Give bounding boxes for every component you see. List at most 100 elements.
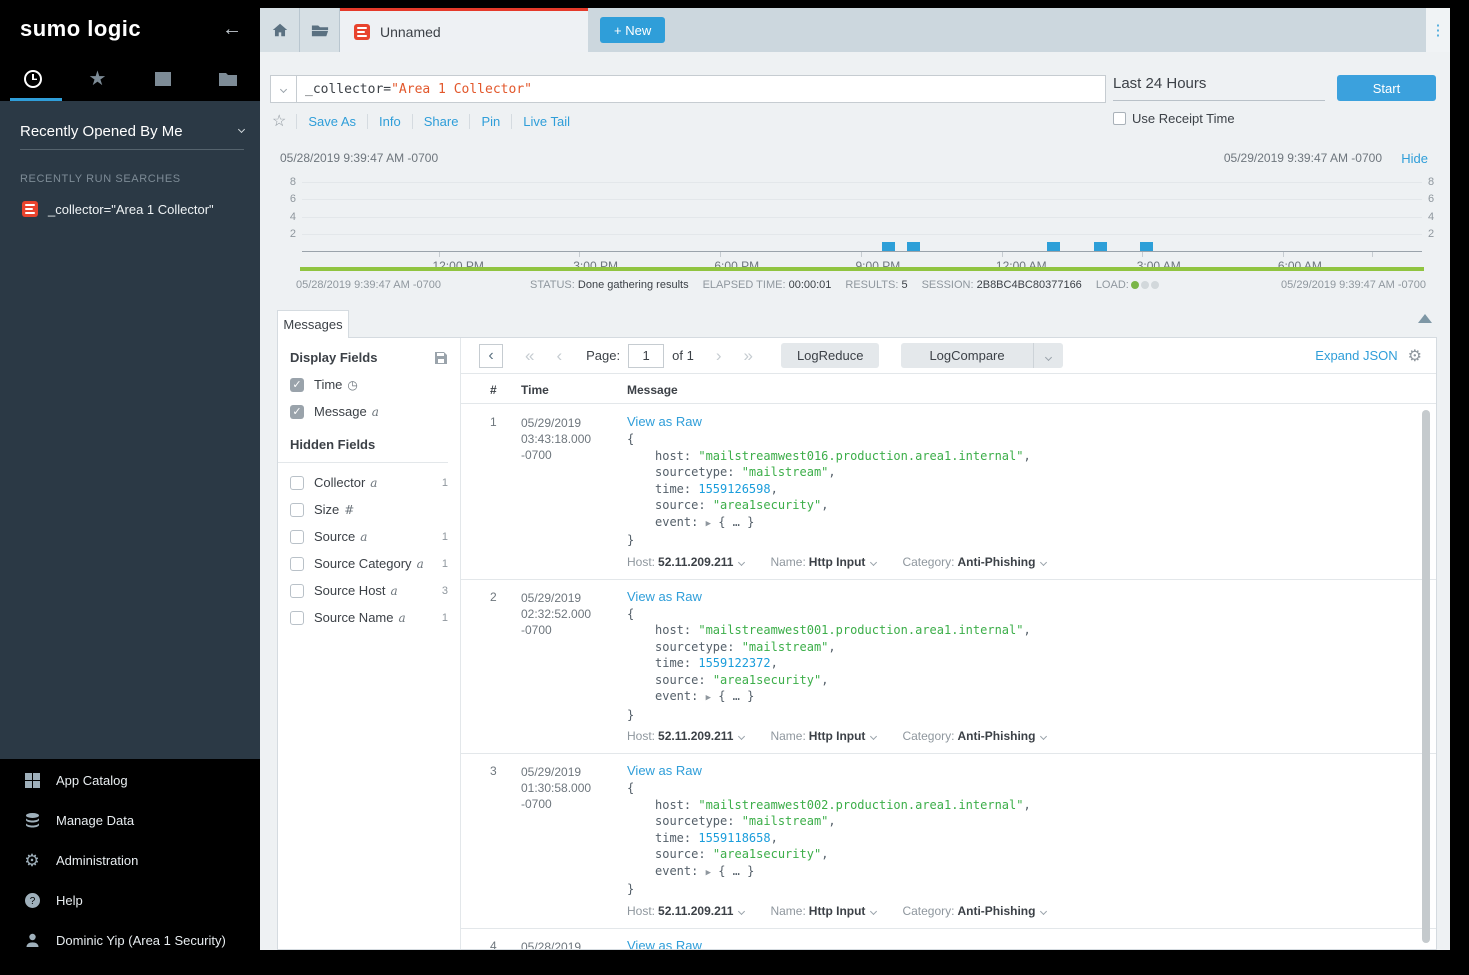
histogram-bar[interactable] [1094, 242, 1107, 251]
sidebar-item-manage-data[interactable]: Manage Data [0, 800, 260, 840]
vertical-scrollbar[interactable] [1422, 410, 1430, 943]
field-row[interactable]: Source Host a 3 [290, 583, 460, 598]
save-as-link[interactable]: Save As [296, 114, 367, 129]
field-type-icon: a [391, 584, 398, 598]
sidebar-item-help[interactable]: ? Help [0, 880, 260, 920]
meta-name-value[interactable]: Http Input [809, 904, 866, 918]
meta-category-value[interactable]: Anti-Phishing [957, 729, 1035, 743]
x-axis-tick [439, 252, 440, 257]
meta-host-value[interactable]: 52.11.209.211 [658, 555, 733, 569]
use-receipt-time-checkbox[interactable] [1113, 112, 1126, 125]
field-row[interactable]: Source Name a 1 [290, 610, 460, 625]
view-as-raw-link[interactable]: View as Raw [627, 589, 702, 604]
logcompare-button[interactable]: LogCompare [901, 343, 1032, 368]
message-row[interactable]: 2 05/29/201902:32:52.000 -0700 View as R… [461, 580, 1436, 755]
field-row[interactable]: Collector a 1 [290, 475, 460, 490]
expand-json-link[interactable]: Expand JSON [1315, 348, 1397, 363]
folder-icon [218, 69, 238, 89]
field-label: Source Host [314, 583, 386, 598]
page-number-input[interactable] [628, 344, 664, 368]
first-page-button[interactable]: « [525, 346, 534, 366]
results-histogram: 05/28/2019 9:39:47 AM -0700 05/29/2019 9… [274, 145, 1436, 305]
view-as-raw-link[interactable]: View as Raw [627, 763, 702, 778]
time-range-bar[interactable] [300, 267, 1424, 271]
field-checkbox[interactable] [290, 530, 304, 544]
chevron-down-icon [870, 558, 877, 565]
histogram-bar[interactable] [882, 242, 895, 251]
new-tab-button[interactable]: + New [600, 17, 665, 43]
expand-event-icon[interactable]: ▶ [706, 693, 711, 703]
library-tab[interactable] [130, 58, 195, 100]
last-page-button[interactable]: » [743, 346, 752, 366]
favorites-tab[interactable]: ★ [65, 58, 130, 100]
expand-event-icon[interactable]: ▶ [706, 519, 711, 529]
message-row[interactable]: 4 05/28/201922:34:13.000 -0700 View as R… [461, 929, 1436, 950]
meta-category-value[interactable]: Anti-Phishing [957, 904, 1035, 918]
field-row[interactable]: ✓ Time ◷ [290, 377, 460, 392]
recents-filter-dropdown[interactable]: Recently Opened By Me [20, 123, 244, 150]
meta-host-value[interactable]: 52.11.209.211 [658, 904, 733, 918]
view-as-raw-link[interactable]: View as Raw [627, 414, 702, 429]
field-row[interactable]: Source a 1 [290, 529, 460, 544]
hide-histogram-link[interactable]: Hide [1401, 151, 1428, 166]
meta-name-value[interactable]: Http Input [809, 555, 866, 569]
tab-unnamed[interactable]: Unnamed [340, 8, 588, 52]
message-row[interactable]: 3 05/29/201901:30:58.000 -0700 View as R… [461, 754, 1436, 929]
column-message: Message [627, 383, 678, 397]
time-range-selector[interactable]: Last 24 Hours [1113, 75, 1325, 101]
prev-page-button[interactable]: ‹ [556, 346, 562, 366]
field-checkbox[interactable] [290, 584, 304, 598]
save-fields-icon[interactable] [434, 351, 448, 365]
collapse-sidebar-icon[interactable]: ← [222, 18, 242, 41]
meta-name-value[interactable]: Http Input [809, 729, 866, 743]
start-search-button[interactable]: Start [1337, 75, 1436, 101]
meta-host-value[interactable]: 52.11.209.211 [658, 729, 733, 743]
status-value: Done gathering results [578, 279, 689, 291]
sidebar-item-app-catalog[interactable]: App Catalog [0, 760, 260, 800]
live-tail-link[interactable]: Live Tail [511, 114, 581, 129]
recent-search-item[interactable]: _collector="Area 1 Collector" [14, 195, 252, 223]
field-checkbox[interactable] [290, 503, 304, 517]
collapse-panel-icon[interactable] [1418, 314, 1432, 323]
field-checkbox[interactable]: ✓ [290, 405, 304, 419]
sidebar-item-administration[interactable]: ⚙ Administration [0, 840, 260, 880]
field-checkbox[interactable] [290, 557, 304, 571]
logcompare-dropdown[interactable] [1033, 343, 1063, 368]
view-as-raw-link[interactable]: View as Raw [627, 938, 702, 950]
collapse-fields-button[interactable]: ‹ [479, 344, 503, 368]
home-button[interactable] [260, 8, 300, 52]
field-row[interactable]: Source Category a 1 [290, 556, 460, 571]
sidebar-item-user-account[interactable]: Dominic Yip (Area 1 Security) [0, 920, 260, 960]
query-history-dropdown[interactable] [270, 75, 296, 103]
info-link[interactable]: Info [367, 114, 412, 129]
open-folder-button[interactable] [300, 8, 340, 52]
field-checkbox[interactable] [290, 476, 304, 490]
pin-link[interactable]: Pin [469, 114, 511, 129]
message-row[interactable]: 1 05/29/201903:43:18.000 -0700 View as R… [461, 405, 1436, 580]
folders-tab[interactable] [195, 58, 260, 100]
expand-event-icon[interactable]: ▶ [706, 868, 711, 878]
list-settings-gear-icon[interactable]: ⚙ [1408, 346, 1422, 366]
meta-category-value[interactable]: Anti-Phishing [957, 555, 1035, 569]
field-row[interactable]: ✓ Message a [290, 404, 460, 419]
logreduce-button[interactable]: LogReduce [781, 343, 880, 368]
next-page-button[interactable]: › [716, 346, 722, 366]
recents-tab[interactable] [0, 58, 65, 100]
field-row[interactable]: Size # [290, 502, 460, 517]
histogram-bar[interactable] [1140, 242, 1153, 251]
chevron-down-icon [238, 126, 245, 133]
display-fields-title: Display Fields [290, 350, 377, 365]
histogram-bar[interactable] [1047, 242, 1060, 251]
search-query-input[interactable]: _collector="Area 1 Collector" [296, 75, 1106, 103]
share-link[interactable]: Share [412, 114, 470, 129]
tab-messages[interactable]: Messages [277, 310, 349, 338]
y-axis-label: 8 [1428, 176, 1448, 188]
row-number: 2 [490, 590, 497, 604]
field-type-icon: # [344, 503, 354, 517]
histogram-bar[interactable] [907, 242, 920, 251]
favorite-star-icon[interactable]: ☆ [272, 111, 286, 131]
field-checkbox[interactable] [290, 611, 304, 625]
field-label: Message [314, 404, 367, 419]
tab-overflow-menu[interactable]: ⋮ [1426, 8, 1450, 52]
field-checkbox[interactable]: ✓ [290, 378, 304, 392]
